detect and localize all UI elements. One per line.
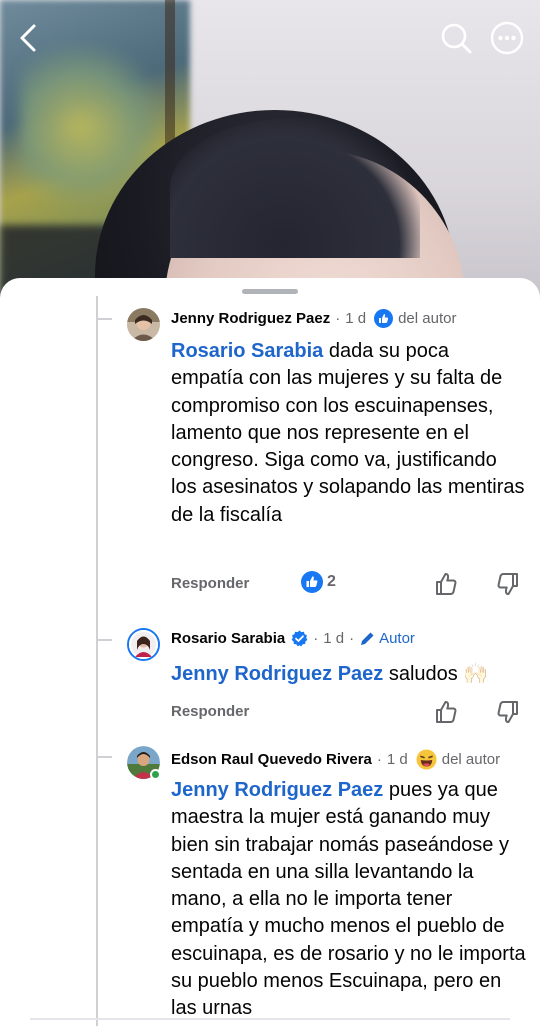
pencil-icon xyxy=(361,632,374,645)
separator-dot: · xyxy=(313,630,319,647)
comment-author[interactable]: Rosario Sarabia xyxy=(171,630,285,647)
thumbs-down-icon xyxy=(497,573,518,596)
reply-button[interactable]: Responder xyxy=(171,703,249,720)
thread-elbow xyxy=(96,639,112,641)
author-badge: del autor xyxy=(416,749,500,770)
back-button[interactable] xyxy=(6,16,50,60)
comment-body: dada su poca empatía con las mujeres y s… xyxy=(171,340,525,526)
thumbs-up-icon xyxy=(436,700,457,723)
thumbs-up-icon xyxy=(436,572,457,595)
search-button[interactable] xyxy=(434,16,478,60)
thumbs-down-icon xyxy=(497,701,518,724)
badge-label: del autor xyxy=(441,751,501,768)
like-reaction-icon xyxy=(301,571,323,593)
comment-author[interactable]: Jenny Rodriguez Paez xyxy=(171,310,330,327)
mention-link[interactable]: Jenny Rodriguez Paez xyxy=(171,663,383,685)
thread-elbow xyxy=(96,756,112,758)
author-badge: Autor xyxy=(359,630,415,647)
mention-link[interactable]: Rosario Sarabia xyxy=(171,340,323,362)
badge-label: del autor xyxy=(398,310,457,327)
comments-sheet: Jenny Rodriguez Paez · 1 d del autor Ros… xyxy=(0,278,540,1026)
raising-hands-emoji: 🙌🏻 xyxy=(463,663,489,685)
author-badge: del autor xyxy=(374,309,456,328)
comment-text: Rosario Sarabia dada su poca empatía con… xyxy=(171,338,526,529)
comment-text: Jenny Rodriguez Paez pues ya que maestra… xyxy=(171,777,526,1023)
comment-author[interactable]: Edson Raul Quevedo Rivera xyxy=(171,751,372,768)
more-options-button[interactable] xyxy=(485,16,529,60)
dislike-button[interactable] xyxy=(493,570,521,598)
search-icon xyxy=(441,23,472,54)
separator-dot: · xyxy=(335,310,341,327)
comment-actions: Responder 2 xyxy=(171,570,526,600)
more-horizontal-icon xyxy=(490,21,524,55)
separator-dot: · xyxy=(376,751,382,768)
thread-elbow xyxy=(96,318,112,320)
like-button[interactable] xyxy=(433,570,461,598)
drag-handle[interactable] xyxy=(242,289,298,294)
comment-time[interactable]: 1 d xyxy=(387,751,408,768)
comment-body: pues ya que maestra la mujer está ganand… xyxy=(171,779,526,1020)
comment-text: Jenny Rodriguez Paez saludos 🙌🏻 xyxy=(171,661,526,688)
comment-actions: Responder xyxy=(171,698,526,728)
thumbs-up-badge-icon xyxy=(374,309,394,328)
mention-link[interactable]: Jenny Rodriguez Paez xyxy=(171,779,383,801)
comment-time[interactable]: 1 d xyxy=(345,310,366,327)
comment-time[interactable]: 1 d xyxy=(323,630,344,647)
dislike-button[interactable] xyxy=(493,698,521,726)
avatar[interactable] xyxy=(127,746,161,780)
reply-button[interactable]: Responder xyxy=(171,575,249,592)
avatar[interactable] xyxy=(127,308,160,341)
thread-line xyxy=(96,296,98,1026)
verified-badge-icon xyxy=(291,630,308,647)
hair-part xyxy=(170,118,420,258)
chevron-left-icon xyxy=(20,24,36,52)
online-status-dot xyxy=(150,769,161,780)
avatar-photo-icon xyxy=(127,308,160,341)
bottom-divider xyxy=(30,1018,510,1020)
avatar-photo-icon xyxy=(129,630,158,659)
reaction-count: 2 xyxy=(327,573,336,590)
comment-body: saludos xyxy=(383,663,464,685)
laughing-emoji-icon xyxy=(416,749,437,770)
like-button[interactable] xyxy=(433,698,461,726)
avatar[interactable] xyxy=(127,628,160,661)
badge-label: Autor xyxy=(379,630,415,647)
reaction-summary[interactable]: 2 xyxy=(301,571,336,593)
separator-dot: · xyxy=(349,630,355,647)
